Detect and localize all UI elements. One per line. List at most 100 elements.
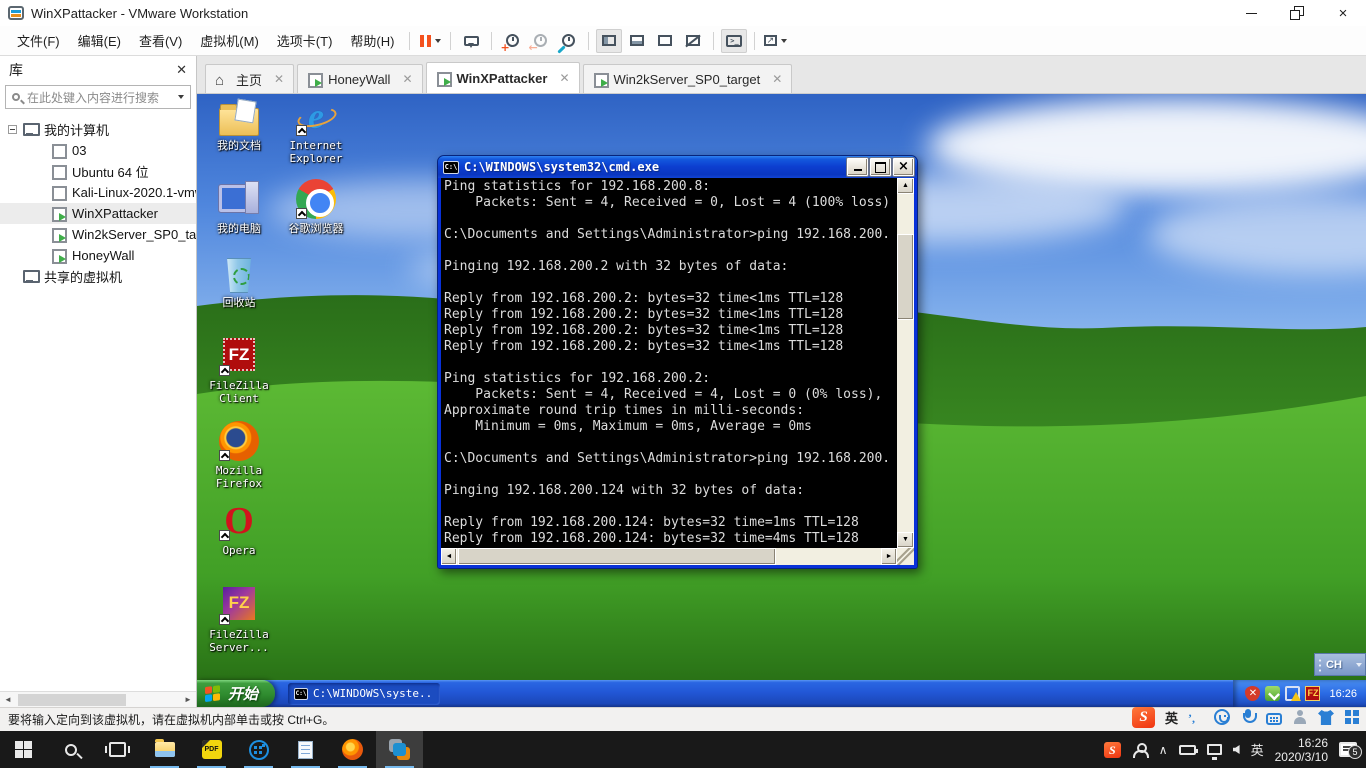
cmd-titlebar[interactable]: C:\WINDOWS\system32\cmd.exe <box>438 156 917 178</box>
cmd-window[interactable]: C:\WINDOWS\system32\cmd.exe Ping statist… <box>437 155 918 569</box>
vm-tree-item[interactable]: Kali-Linux-2020.1-vmw <box>0 182 196 203</box>
scroll-down-icon[interactable]: ▼ <box>897 532 914 548</box>
scroll-thumb[interactable] <box>18 693 126 706</box>
menu-item[interactable]: 文件(F) <box>8 27 69 54</box>
library-hscrollbar[interactable]: ◄ ► <box>0 691 196 707</box>
library-search-input[interactable]: 在此处键入内容进行搜索 <box>5 85 191 109</box>
sogou-logo-icon[interactable]: S <box>1131 706 1155 728</box>
soft-keyboard-icon[interactable] <box>1266 713 1282 725</box>
vm-screen[interactable]: 我的文档 Internet Explorer <box>197 94 1366 707</box>
resize-grip[interactable] <box>897 548 914 565</box>
vm-tab[interactable]: HoneyWall ✕ <box>297 64 423 93</box>
account-icon[interactable] <box>1292 709 1308 725</box>
scroll-left-icon[interactable]: ◄ <box>441 548 457 565</box>
network-icon[interactable] <box>1206 744 1222 760</box>
notification-center-icon[interactable]: 5 <box>1339 742 1362 759</box>
tab-close-icon[interactable]: ✕ <box>772 72 782 86</box>
free-stretch-button[interactable]: ↗ <box>762 29 788 53</box>
microphone-icon[interactable] <box>1240 709 1257 725</box>
cmd-maximize-button[interactable] <box>870 158 891 176</box>
host-language-indicator[interactable]: 英 <box>1251 740 1264 759</box>
skin-icon[interactable] <box>1318 709 1334 725</box>
sogou-tray-icon[interactable]: S <box>1103 741 1121 758</box>
desktop-icon[interactable]: FileZilla Server... <box>204 585 274 654</box>
cmd-minimize-button[interactable] <box>847 158 868 176</box>
scroll-up-icon[interactable]: ▲ <box>897 178 914 194</box>
vm-tree-item[interactable]: 我的计算机 <box>0 119 196 140</box>
emoji-icon[interactable] <box>1214 709 1230 725</box>
file-explorer-button[interactable] <box>141 731 188 768</box>
xp-clock[interactable]: 16:26 <box>1329 688 1357 700</box>
console-view-button[interactable]: >_ <box>721 28 748 53</box>
send-ctrl-alt-del-button[interactable] <box>458 29 484 53</box>
firefox-button[interactable] <box>329 731 376 768</box>
pause-button[interactable] <box>417 29 443 53</box>
sogou-language-toggle[interactable]: 英 <box>1165 708 1178 727</box>
language-options-icon[interactable] <box>1356 662 1362 667</box>
language-bar-handle[interactable] <box>1318 657 1322 672</box>
task-view-button[interactable] <box>94 731 141 768</box>
menu-item[interactable]: 选项卡(T) <box>268 27 342 54</box>
xp-language-bar[interactable]: CH <box>1314 653 1366 676</box>
vm-tab[interactable]: 主页 ✕ <box>205 64 295 93</box>
host-start-button[interactable] <box>0 731 47 768</box>
desktop-icon[interactable]: Internet Explorer <box>281 96 351 165</box>
desktop-icon[interactable]: FileZilla Client <box>204 336 274 405</box>
search-dropdown-icon[interactable] <box>178 95 184 99</box>
host-search-button[interactable] <box>47 731 94 768</box>
vm-tree-item[interactable]: HoneyWall <box>0 245 196 266</box>
filezilla-tray-icon[interactable]: FZ <box>1305 686 1321 701</box>
cmd-close-button[interactable] <box>893 158 914 176</box>
desktop-icon[interactable]: 我的电脑 <box>204 179 274 235</box>
desktop-icon[interactable]: 回收站 <box>204 253 274 309</box>
revert-snapshot-button[interactable]: ← <box>527 29 553 53</box>
scroll-right-icon[interactable]: ► <box>881 548 897 565</box>
cmd-hscrollbar[interactable]: ◄ ► <box>441 548 897 565</box>
notepad-button[interactable] <box>282 731 329 768</box>
show-thumbnail-bar-button[interactable] <box>624 29 650 53</box>
cmd-vscrollbar[interactable]: ▲ ▼ <box>897 178 914 548</box>
network-warning-icon[interactable] <box>1285 686 1302 701</box>
xp-taskbar-task-cmd[interactable]: C:\WINDOWS\syste... <box>288 682 441 705</box>
menu-item[interactable]: 编辑(E) <box>69 27 130 54</box>
menu-item[interactable]: 帮助(H) <box>341 27 403 54</box>
dotted-circle-app-button[interactable] <box>235 731 282 768</box>
hscroll-thumb[interactable] <box>458 548 776 565</box>
cmd-output[interactable]: Ping statistics for 192.168.200.8: Packe… <box>441 178 897 548</box>
vm-tab[interactable]: Win2kServer_SP0_target ✕ <box>582 64 793 93</box>
vmware-workstation-button[interactable] <box>376 731 423 768</box>
vm-tree-item[interactable]: WinXPattacker <box>0 203 196 224</box>
people-icon[interactable] <box>1132 742 1149 758</box>
desktop-icon[interactable]: 我的文档 <box>204 96 274 152</box>
vm-tree-item[interactable]: 03 <box>0 140 196 161</box>
tree-expander-icon[interactable] <box>8 125 17 134</box>
vscroll-thumb[interactable] <box>897 234 914 320</box>
tab-close-icon[interactable]: ✕ <box>402 72 412 86</box>
tab-close-icon[interactable]: ✕ <box>274 72 284 86</box>
manage-snapshots-button[interactable] <box>555 29 581 54</box>
take-snapshot-button[interactable]: + <box>499 29 525 53</box>
scroll-left-icon[interactable]: ◄ <box>0 695 16 704</box>
menu-item[interactable]: 虚拟机(M) <box>191 27 268 54</box>
close-button[interactable]: × <box>1320 0 1366 26</box>
unity-mode-button[interactable] <box>680 29 706 53</box>
show-library-button[interactable] <box>596 28 623 53</box>
pdf-app-button[interactable]: PDF <box>188 731 235 768</box>
language-indicator[interactable]: CH <box>1326 659 1342 671</box>
vm-tree-item[interactable]: 共享的虚拟机 <box>0 266 196 287</box>
minimize-button[interactable] <box>1228 0 1274 26</box>
vm-tree-item[interactable]: Win2kServer_SP0_targ <box>0 224 196 245</box>
vmware-tools-icon[interactable] <box>1265 686 1281 701</box>
scroll-right-icon[interactable]: ► <box>180 695 196 704</box>
menu-item[interactable]: 查看(V) <box>130 27 191 54</box>
volume-icon[interactable] <box>1232 745 1240 754</box>
vm-tab[interactable]: WinXPattacker ✕ <box>425 62 580 93</box>
battery-icon[interactable] <box>1178 744 1198 755</box>
host-clock[interactable]: 16:26 2020/3/10 <box>1275 736 1328 764</box>
restore-button[interactable] <box>1274 0 1320 26</box>
punctuation-icon[interactable] <box>1188 709 1204 725</box>
desktop-icon[interactable]: Mozilla Firefox <box>204 421 274 490</box>
security-shield-icon[interactable]: ✕ <box>1245 686 1261 701</box>
vm-tree-item[interactable]: Ubuntu 64 位 <box>0 161 196 182</box>
tray-expand-icon[interactable]: ∧ <box>1159 743 1168 757</box>
